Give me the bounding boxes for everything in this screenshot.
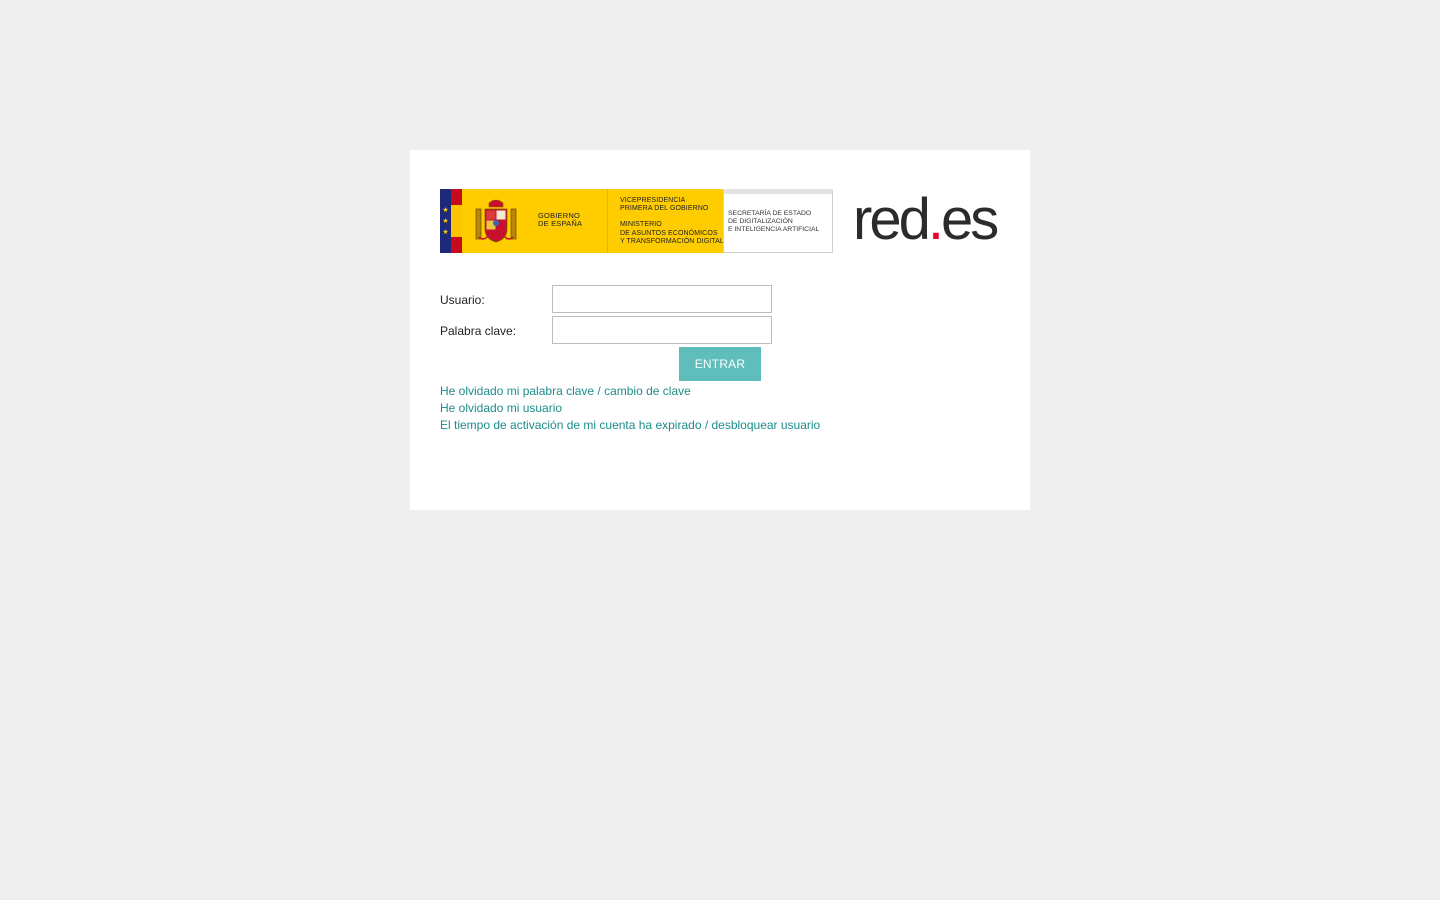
secretaria-block: SECRETARÍA DE ESTADO DE DIGITALIZACIÓN E… xyxy=(723,189,833,253)
vicepresidencia-line-2: PRIMERA DEL GOBIERNO xyxy=(620,205,709,213)
eu-flag-icon: ★ ★ ★ xyxy=(440,189,451,253)
coat-of-arms-icon xyxy=(475,199,517,243)
secretaria-label: SECRETARÍA DE ESTADO DE DIGITALIZACIÓN E… xyxy=(728,210,819,234)
spain-flag-icon xyxy=(451,189,462,253)
ministerio-line-3: Y TRANSFORMACIÓN DIGITAL xyxy=(620,237,724,245)
gobierno-label: GOBIERNO DE ESPAÑA xyxy=(538,212,582,228)
ministry-label: VICEPRESIDENCIA PRIMERA DEL GOBIERNO MIN… xyxy=(620,197,724,246)
logo-prefix: red xyxy=(853,187,931,252)
secretaria-line-2: DE DIGITALIZACIÓN xyxy=(728,218,793,225)
secretaria-line-3: E INTELIGENCIA ARTIFICIAL xyxy=(728,226,820,233)
password-label: Palabra clave: xyxy=(440,324,517,338)
forgot-user-link[interactable]: He olvidado mi usuario xyxy=(440,401,562,415)
gobierno-line-2: DE ESPAÑA xyxy=(538,219,583,228)
ministerio-line-1: MINISTERIO xyxy=(620,221,662,229)
banner-divider xyxy=(607,189,608,253)
login-card: ★ ★ ★ GOBIERNO DE ESPAÑA VICEPRESIDENCIA… xyxy=(410,150,1030,510)
expired-activation-link[interactable]: El tiempo de activación de mi cuenta ha … xyxy=(440,418,820,432)
government-banner: ★ ★ ★ GOBIERNO DE ESPAÑA VICEPRESIDENCIA… xyxy=(440,189,833,253)
vicepresidencia-line-1: VICEPRESIDENCIA xyxy=(620,197,686,204)
logo-dot: . xyxy=(927,187,944,252)
gobierno-block: GOBIERNO DE ESPAÑA VICEPRESIDENCIA PRIME… xyxy=(462,189,724,253)
usuario-label: Usuario: xyxy=(440,293,485,307)
redes-logo: red.es xyxy=(853,187,999,252)
entrar-button[interactable]: ENTRAR xyxy=(679,347,761,381)
logo-suffix: es xyxy=(940,187,999,252)
ministerio-line-2: DE ASUNTOS ECONÓMICOS xyxy=(620,229,718,237)
secretaria-line-1: SECRETARÍA DE ESTADO xyxy=(728,210,812,217)
forgot-password-link[interactable]: He olvidado mi palabra clave / cambio de… xyxy=(440,384,691,398)
password-input[interactable] xyxy=(552,316,772,344)
usuario-input[interactable] xyxy=(552,285,772,313)
